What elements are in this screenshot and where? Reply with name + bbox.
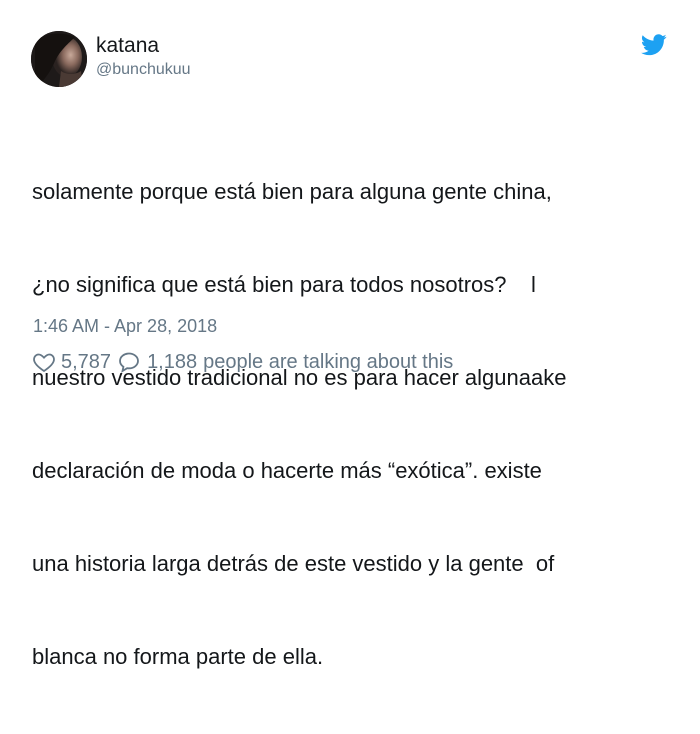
tweet-line: una historia larga detrás de este vestid… (32, 551, 555, 576)
like-count: 5,787 (61, 350, 112, 373)
avatar[interactable] (31, 31, 87, 87)
tweet-line: blanca no forma parte de ella. (32, 644, 324, 669)
heart-icon[interactable] (32, 350, 56, 374)
talking-label[interactable]: people are talking about this (203, 351, 453, 374)
reply-count: 1,188 (147, 350, 198, 373)
twitter-bird-icon[interactable] (641, 34, 667, 56)
tweet-timestamp[interactable]: 1:46 AM - Apr 28, 2018 (33, 315, 217, 337)
tweet-line: declaración de moda o hacerte más “exóti… (32, 458, 542, 483)
tweet-line: solamente porque está bien para alguna g… (32, 179, 552, 204)
avatar-photo (31, 31, 87, 87)
author-handle[interactable]: @bunchukuu (96, 60, 191, 80)
tweet-line: ¿no significa que está bien para todos n… (32, 272, 536, 297)
tweet-card: katana @bunchukuu solamente porque está … (0, 0, 700, 669)
tweet-text: solamente porque está bien para alguna g… (32, 114, 682, 734)
author-name[interactable]: katana (96, 34, 159, 58)
speech-bubble-icon[interactable] (117, 350, 141, 374)
engagement-bar: 5,787 1,188 people are talking about thi… (32, 348, 453, 376)
